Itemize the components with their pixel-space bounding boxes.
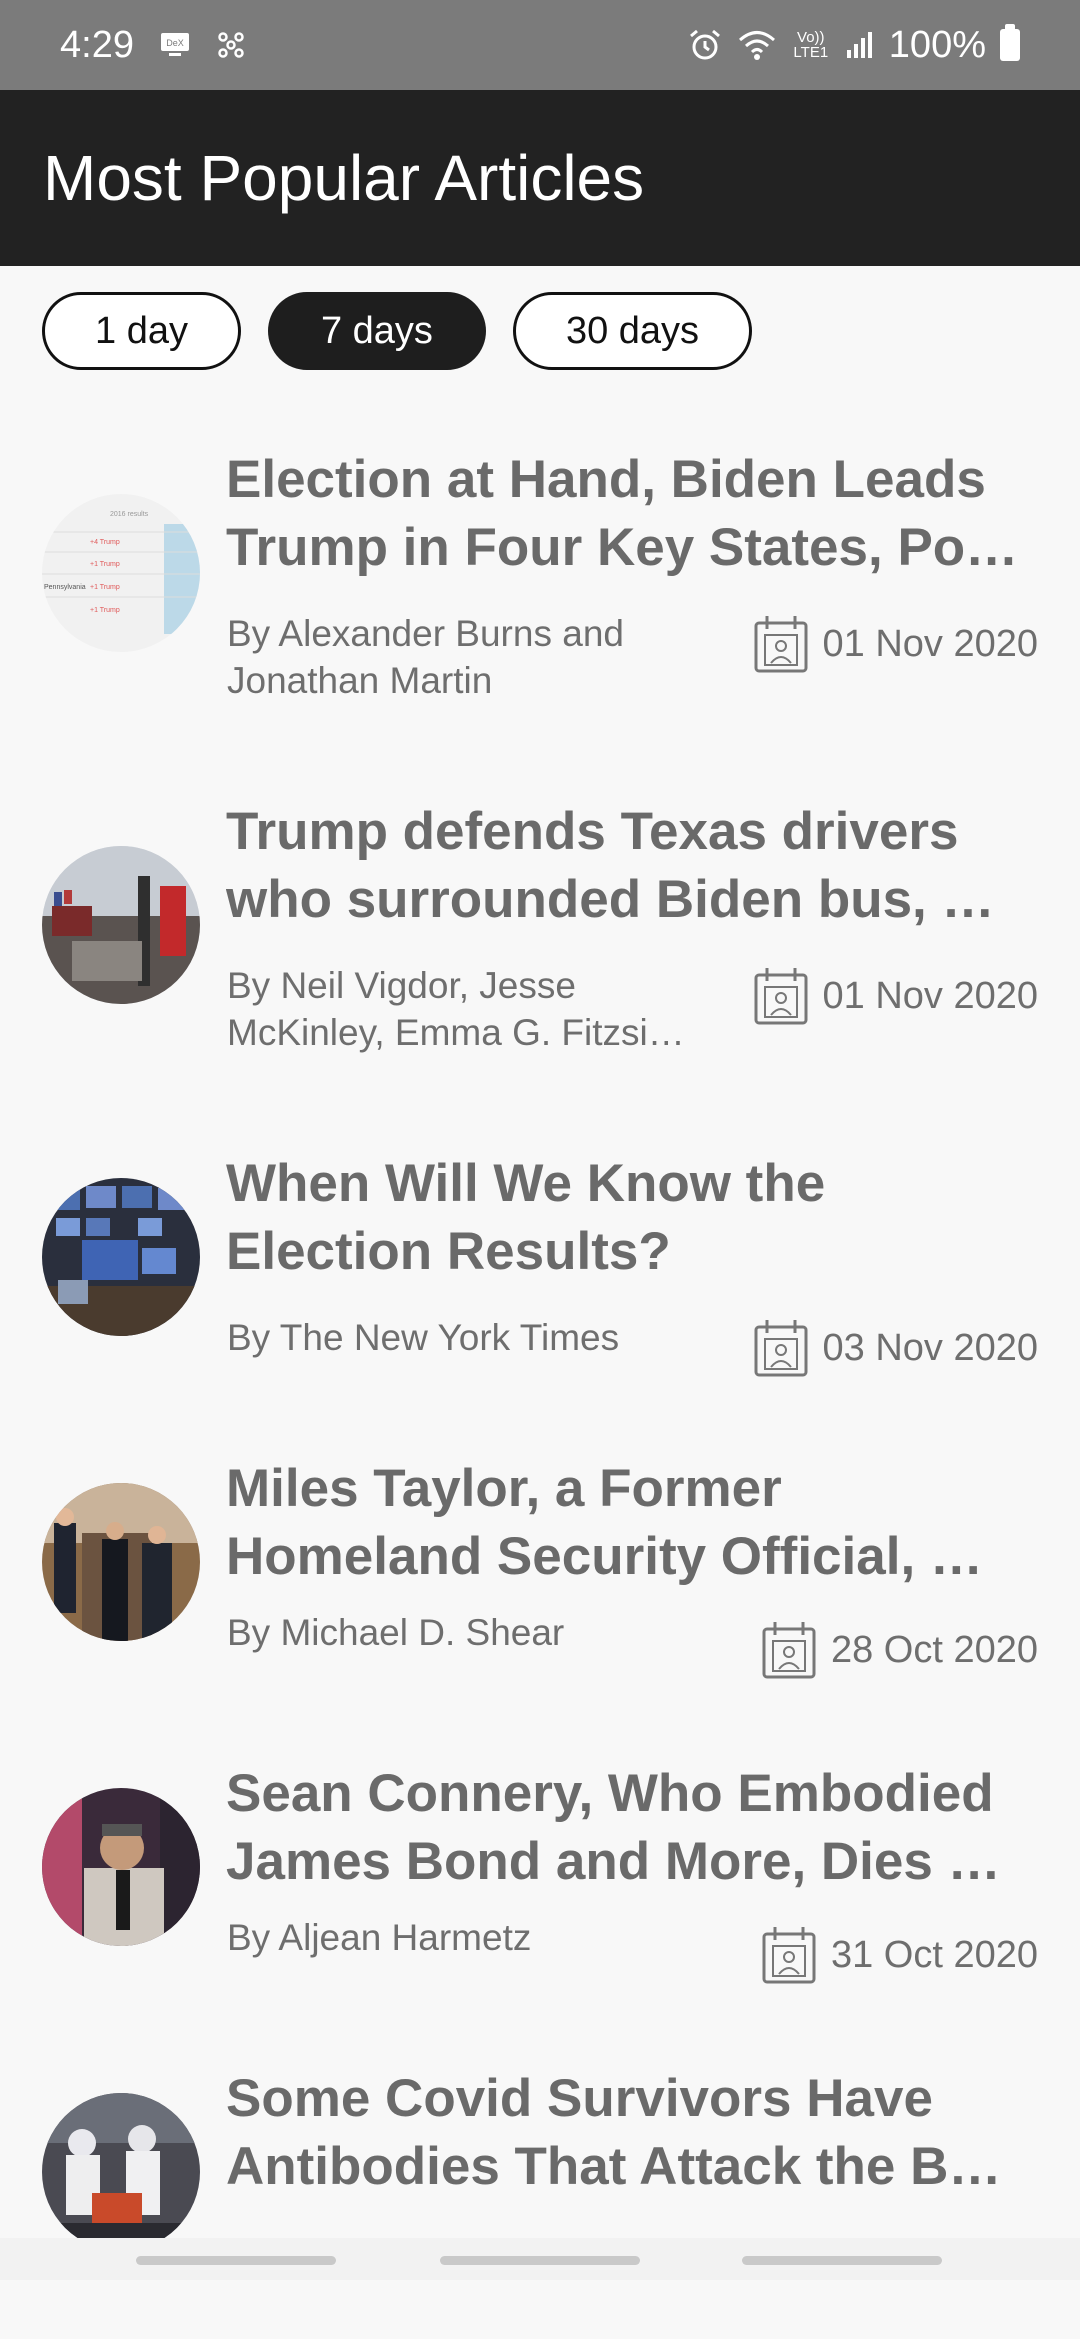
filter-7-days-chip[interactable]: 7 days [267,292,486,370]
wifi-icon [737,28,777,62]
filter-1-day-chip[interactable]: 1 day [42,292,241,370]
thumb-label: +4 Trump [90,539,120,546]
calendar-icon [762,1622,816,1679]
article-date: 28 Oct 2020 [761,1619,1038,1681]
article-title: When Will We Know the Election Results? [226,1154,826,1281]
article-title: Sean Connery, Who Embodied James Bond an… [226,1764,1001,1891]
article-title: Election at Hand, Biden Leads Trump in F… [226,450,1019,577]
article-item[interactable]: When Will We Know the Election Results? … [0,1124,1080,1429]
battery-level: 100% [888,23,986,66]
article-item[interactable]: 2016 results +4 Trump +1 Trump Pennsylva… [0,420,1080,772]
article-thumbnail [42,2093,200,2251]
article-byline: By Alexander Burns and Jonathan Martin [227,613,624,701]
thumb-label: +1 Trump [90,607,120,614]
volte-icon: Vo)) LTE1 [793,29,829,61]
status-time: 4:29 [60,23,134,66]
calendar-icon [762,1927,816,1984]
svg-text:DeX: DeX [166,38,184,48]
article-date: 31 Oct 2020 [761,1924,1038,1986]
article-list: 2016 results +4 Trump +1 Trump Pennsylva… [0,420,1080,2339]
back-button[interactable] [742,2256,942,2265]
article-date-text: 01 Nov 2020 [822,974,1039,1017]
article-item[interactable]: Sean Connery, Who Embodied James Bond an… [0,1734,1080,2039]
article-title: Miles Taylor, a Former Homeland Security… [226,1459,983,1586]
article-date: 03 Nov 2020 [753,1317,1039,1379]
article-byline: By Michael D. Shear [227,1612,565,1653]
article-thumbnail [42,1178,200,1336]
article-item[interactable]: Trump defends Texas drivers who surround… [0,772,1080,1124]
article-item[interactable]: Miles Taylor, a Former Homeland Security… [0,1429,1080,1734]
app-bar: Most Popular Articles [0,90,1080,266]
page-title: Most Popular Articles [43,142,645,214]
calendar-icon [754,616,807,673]
thumb-label: +1 Trump [90,561,120,568]
recent-apps-button[interactable] [136,2256,336,2265]
period-filter: 1 day 7 days 30 days [42,292,753,370]
article-byline: By Neil Vigdor, Jesse McKinley, Emma G. … [227,965,685,1053]
thumb-label: Pennsylvania [44,584,86,591]
article-thumbnail [42,1788,200,1946]
thumb-label: 2016 results [110,511,149,518]
alarm-icon [687,27,723,63]
calendar-icon [754,968,807,1025]
network-hub-icon [216,30,246,60]
status-bar: 4:29 DeX Vo)) LTE1 100% [0,0,1080,90]
article-date: 01 Nov 2020 [753,613,1039,675]
calendar-icon [754,1320,807,1377]
home-button[interactable] [440,2256,640,2265]
article-date-text: 03 Nov 2020 [822,1326,1039,1369]
signal-icon [845,30,875,60]
article-item[interactable]: Some Covid Survivors Have Antibodies Tha… [0,2039,1080,2339]
article-thumbnail [42,846,200,1004]
battery-icon [1000,24,1020,61]
article-title: Trump defends Texas drivers who surround… [226,802,995,929]
article-byline: By Aljean Harmetz [227,1917,532,1958]
article-byline: By The New York Times [227,1317,620,1358]
thumb-label: +1 Trump [90,584,120,591]
article-title: Some Covid Survivors Have Antibodies Tha… [226,2069,1002,2196]
dex-icon: DeX [160,32,190,58]
system-nav-bar [0,2238,1080,2280]
status-right: Vo)) LTE1 100% [687,24,1020,67]
article-date-text: 01 Nov 2020 [822,622,1039,665]
status-left: 4:29 DeX [60,24,246,67]
article-date: 01 Nov 2020 [753,965,1039,1027]
article-thumbnail [42,1483,200,1641]
article-thumbnail: 2016 results +4 Trump +1 Trump Pennsylva… [42,494,200,652]
article-date-text: 31 Oct 2020 [830,1933,1038,1976]
filter-30-days-chip[interactable]: 30 days [512,292,753,370]
article-date-text: 28 Oct 2020 [830,1628,1038,1671]
